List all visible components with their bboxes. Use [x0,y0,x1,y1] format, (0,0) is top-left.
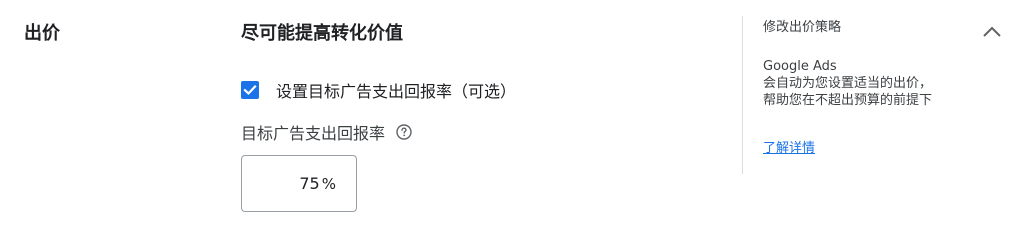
learn-more-link[interactable]: 了解详情 [763,137,815,156]
section-label: 出价 [24,23,60,44]
target-roas-field-label-row: 目标广告支出回报率 [241,121,412,143]
sidebar-description: Google Ads 会自动为您设置适当的出价， 帮助您在不超出预算的前提下 [763,58,983,109]
bid-strategy-title: 尽可能提高转化价值 [241,23,403,44]
target-roas-checkbox[interactable] [241,81,259,99]
collapse-button[interactable] [978,18,1006,46]
target-roas-field-label: 目标广告支出回报率 [241,124,386,143]
help-circle-icon[interactable] [396,124,412,140]
chevron-up-icon [983,26,1001,37]
bidding-panel: 出价 尽可能提高转化价值 设置目标广告支出回报率（可选） 目标广告支出回报率 %… [0,0,1024,229]
sidebar-desc-line: Google Ads [763,59,837,74]
percent-unit: % [321,174,336,193]
vertical-divider [742,16,743,174]
target-roas-checkbox-label: 设置目标广告支出回报率（可选） [276,82,517,101]
sidebar-desc-line: 帮助您在不超出预算的前提下 [763,93,933,108]
target-roas-input-box[interactable]: % [241,155,357,212]
target-roas-input[interactable] [279,174,320,193]
sidebar-desc-line: 会自动为您设置适当的出价， [763,76,933,91]
sidebar-title: 修改出价策略 [763,20,842,35]
checkmark-icon [243,84,257,96]
target-roas-checkbox-row[interactable]: 设置目标广告支出回报率（可选） [241,78,516,102]
